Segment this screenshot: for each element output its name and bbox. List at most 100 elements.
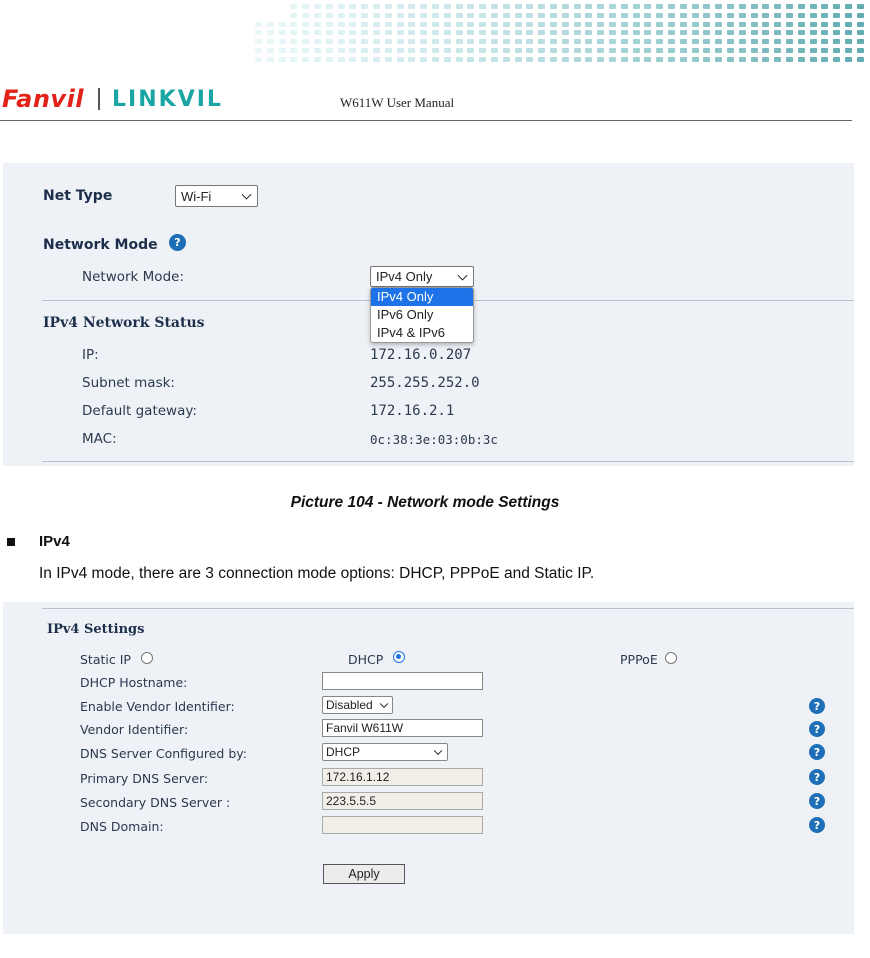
dropdown-option[interactable]: IPv4 Only [371, 288, 473, 306]
pattern-dot [550, 56, 557, 62]
pattern-dot [278, 56, 286, 62]
pattern-dot [750, 39, 758, 45]
pattern-dot [408, 30, 416, 36]
pattern-dot [774, 39, 782, 45]
pattern-dot [479, 12, 487, 18]
help-icon[interactable]: ? [809, 769, 825, 785]
pattern-dot [609, 39, 616, 45]
pattern-dot [384, 21, 392, 27]
pattern-dot [738, 39, 746, 45]
pattern-dot [762, 12, 770, 18]
pattern-dot [609, 12, 616, 18]
pattern-dot [420, 56, 428, 62]
pattern-dot [266, 56, 274, 62]
pattern-dot [585, 56, 593, 62]
pattern-dot [349, 12, 357, 18]
pattern-dot [821, 12, 829, 18]
pattern-dot [432, 4, 439, 9]
pattern-dot [620, 48, 628, 53]
enable-vendor-id-select[interactable]: Disabled [322, 696, 393, 714]
pattern-dot [550, 30, 557, 36]
pattern-dot [432, 21, 439, 27]
fanvil-logo-text: Fanvil [2, 85, 85, 113]
pattern-dot [786, 48, 793, 53]
pattern-dot [644, 12, 652, 18]
pattern-dot [797, 12, 805, 18]
pattern-dot [620, 30, 628, 36]
apply-button[interactable]: Apply [323, 864, 405, 884]
help-icon[interactable]: ? [809, 817, 825, 833]
pattern-dot [668, 30, 675, 36]
dns-config-select[interactable]: DHCP [322, 743, 448, 761]
help-icon[interactable]: ? [809, 698, 825, 714]
pattern-dot [620, 56, 628, 62]
pattern-dot [774, 21, 782, 27]
pattern-dot [443, 30, 451, 36]
section-paragraph: In IPv4 mode, there are 3 connection mod… [39, 565, 595, 582]
pattern-dot [443, 4, 451, 9]
pattern-dot [715, 21, 723, 27]
pattern-dot [585, 48, 593, 53]
dns-domain-field[interactable] [322, 816, 483, 834]
dropdown-option[interactable]: IPv6 Only [371, 306, 473, 324]
pattern-dot [797, 39, 805, 45]
pattern-dot [573, 12, 581, 18]
pattern-dot [597, 30, 605, 36]
pppoe-radio[interactable] [665, 652, 677, 664]
pattern-dot [443, 56, 451, 62]
pattern-dot [526, 12, 534, 18]
help-icon[interactable]: ? [809, 744, 825, 760]
pattern-dot [703, 4, 711, 9]
pattern-dot [337, 39, 345, 45]
network-mode-select[interactable]: IPv4 Only [370, 266, 474, 287]
pattern-dot [467, 30, 475, 36]
pattern-dot [526, 39, 534, 45]
help-icon[interactable]: ? [809, 721, 825, 737]
pattern-dot [620, 4, 628, 9]
pattern-dot [514, 48, 522, 53]
pattern-dot [821, 56, 829, 62]
pattern-dot [302, 21, 310, 27]
pattern-dot [408, 56, 416, 62]
pattern-dot [502, 56, 510, 62]
pattern-dot [396, 39, 404, 45]
pattern-dot [833, 56, 841, 62]
pattern-dot [408, 21, 416, 27]
brand-logo: Fanvil LINKVIL [2, 85, 223, 113]
pattern-dot [455, 39, 463, 45]
dropdown-option[interactable]: IPv4 & IPv6 [371, 324, 473, 342]
pattern-dot [691, 48, 699, 53]
pattern-dot [573, 39, 581, 45]
pattern-dot [479, 48, 487, 53]
pattern-dot [620, 12, 628, 18]
pattern-dot [491, 39, 498, 45]
pattern-dot [443, 39, 451, 45]
pattern-dot [302, 30, 310, 36]
pattern-dot [774, 4, 782, 9]
secondary-dns-field[interactable]: 223.5.5.5 [322, 792, 483, 810]
pattern-dot [845, 30, 852, 36]
pattern-dot [691, 30, 699, 36]
pattern-dot [361, 48, 369, 53]
static-ip-radio[interactable] [141, 652, 153, 664]
pattern-dot [467, 39, 475, 45]
net-type-select[interactable]: Wi-Fi [175, 185, 258, 207]
primary-dns-field[interactable]: 172.16.1.12 [322, 768, 483, 786]
pattern-dot [408, 4, 416, 9]
vendor-id-field[interactable]: Fanvil W611W [322, 719, 483, 737]
pattern-dot [715, 39, 723, 45]
pattern-dot [750, 48, 758, 53]
dhcp-hostname-field[interactable] [322, 672, 483, 690]
pattern-dot [432, 30, 439, 36]
pattern-dot [290, 39, 298, 45]
pattern-dot [656, 48, 664, 53]
pattern-dot [691, 56, 699, 62]
pattern-dot [408, 12, 416, 18]
pattern-dot [656, 21, 664, 27]
pattern-dot [786, 21, 793, 27]
help-icon[interactable]: ? [809, 793, 825, 809]
pattern-dot [325, 30, 333, 36]
dhcp-radio[interactable] [393, 651, 405, 663]
help-icon[interactable]: ? [169, 234, 186, 251]
pattern-dot [679, 21, 687, 27]
